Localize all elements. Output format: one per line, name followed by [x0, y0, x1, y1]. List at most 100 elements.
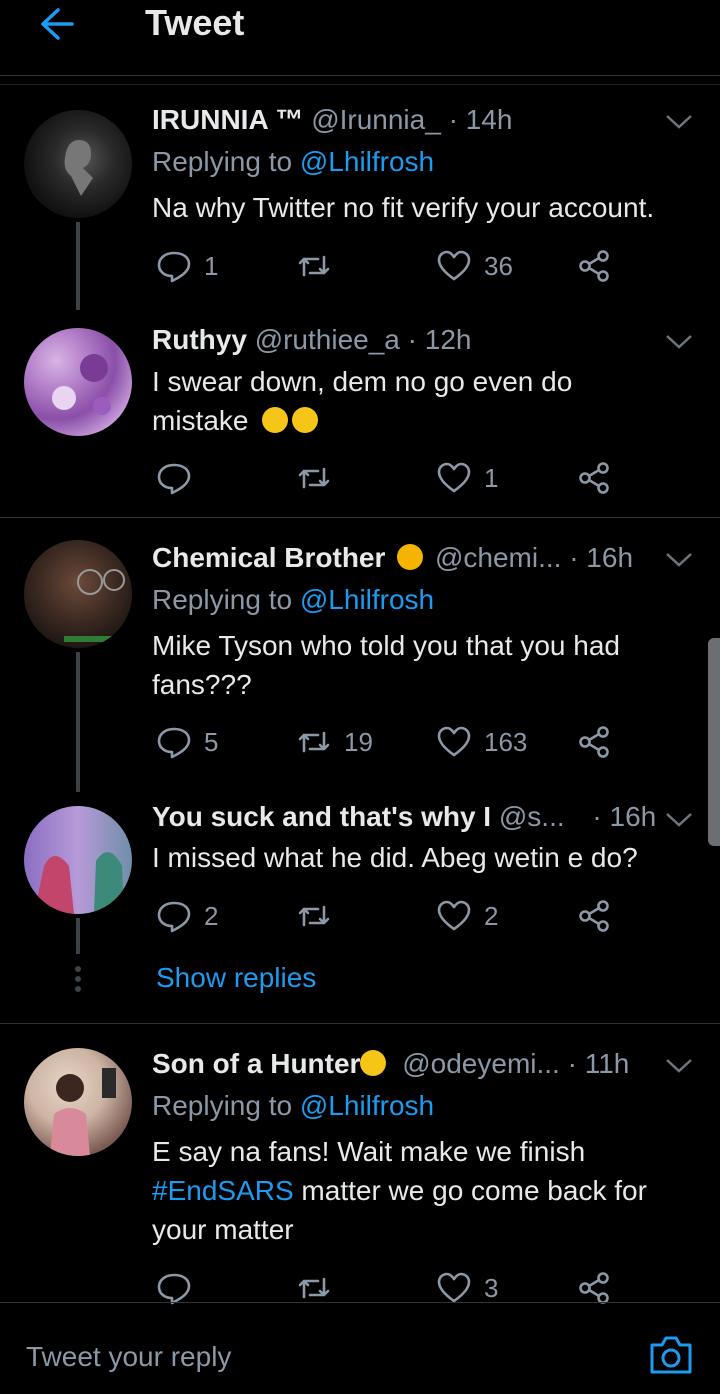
chevron-down-icon[interactable]	[664, 112, 694, 132]
display-name[interactable]: Ruthyy	[152, 324, 247, 355]
more-replies-dots-icon	[75, 966, 81, 992]
heart-icon	[437, 726, 471, 757]
reply-count: 2	[204, 900, 219, 931]
retweet-button[interactable]: 19	[296, 722, 373, 762]
back-arrow-icon[interactable]	[36, 4, 76, 44]
share-button[interactable]	[576, 458, 612, 498]
tweet-header: Ruthyy @ruthiee_a · 12h	[152, 324, 700, 360]
retweet-button[interactable]	[296, 246, 332, 286]
tweet-header: Chemical Brother @chemi... · 16h	[152, 542, 700, 578]
retweet-button[interactable]	[296, 896, 332, 936]
share-icon	[579, 250, 609, 282]
replying-label: Replying to	[152, 146, 293, 177]
ok-hand-emoji-icon	[397, 544, 424, 570]
replying-label: Replying to	[152, 584, 293, 615]
avatar[interactable]	[24, 1048, 132, 1156]
retweet-icon	[298, 1277, 330, 1299]
user-handle[interactable]: @ruthiee_a	[255, 324, 400, 355]
avatar[interactable]	[24, 110, 132, 218]
reply-button[interactable]: 5	[156, 722, 218, 762]
user-handle[interactable]: @chemi...	[435, 542, 561, 573]
display-name[interactable]: IRUNNIA ™	[152, 104, 303, 135]
show-replies-link[interactable]: Show replies	[156, 962, 316, 994]
like-button[interactable]: 163	[436, 722, 527, 762]
upside-down-face-emoji-icon	[360, 1050, 387, 1076]
hashtag-link[interactable]: #EndSARS	[152, 1175, 294, 1206]
share-button[interactable]	[576, 896, 612, 936]
reply-icon	[157, 463, 191, 495]
chevron-down-icon[interactable]	[664, 550, 694, 570]
reply-button[interactable]: 2	[156, 896, 218, 936]
timestamp: · 12h	[407, 324, 472, 355]
chevron-down-icon[interactable]	[664, 810, 694, 830]
tweet-text-part: matter we go come back for	[293, 1175, 647, 1206]
heart-icon	[437, 900, 471, 931]
reply-count: 5	[204, 726, 219, 757]
page-title: Tweet	[145, 2, 245, 43]
heart-icon	[437, 462, 471, 493]
chevron-down-icon[interactable]	[664, 332, 694, 352]
retweet-count: 19	[344, 726, 373, 757]
retweet-icon	[298, 731, 330, 753]
retweet-icon	[298, 467, 330, 489]
share-icon	[579, 726, 609, 758]
reply-composer[interactable]: Tweet your reply	[0, 1302, 720, 1394]
thread-line	[76, 652, 80, 792]
tweet-text-part: mistake	[152, 405, 249, 436]
share-button[interactable]	[576, 722, 612, 762]
reply-button[interactable]	[156, 458, 204, 498]
display-name[interactable]: Chemical Brother	[152, 542, 385, 573]
tweet-actions: 1 36	[152, 246, 622, 286]
reply-count: 1	[204, 250, 219, 281]
reply-input[interactable]: Tweet your reply	[26, 1341, 231, 1373]
tweet-text-line: I swear down, dem no go even do	[152, 366, 573, 397]
display-name[interactable]: You suck and that's why I	[152, 801, 491, 832]
like-button[interactable]: 2	[436, 896, 498, 936]
tweet-text-line: your matter	[152, 1214, 294, 1245]
like-count: 2	[484, 900, 499, 931]
like-count: 1	[484, 462, 499, 493]
mention-link[interactable]: @Lhilfrosh	[300, 584, 434, 615]
tweet-text-line: mistake	[152, 401, 700, 440]
like-count: 36	[484, 250, 513, 281]
tweet-text: I missed what he did. Abeg wetin e do?	[152, 842, 638, 873]
share-icon	[579, 462, 609, 494]
tweet-text-line: fans???	[152, 669, 252, 700]
timestamp: · 16h	[569, 542, 634, 573]
avatar[interactable]	[24, 806, 132, 914]
user-handle[interactable]: @odeyemi...	[402, 1048, 560, 1079]
reply-icon	[157, 727, 191, 759]
avatar[interactable]	[24, 540, 132, 648]
camera-icon[interactable]	[648, 1333, 694, 1377]
user-handle[interactable]: @s...	[499, 801, 565, 832]
tweet-actions: 5 19 163	[152, 722, 622, 762]
tweet-text: Na why Twitter no fit verify your accoun…	[152, 192, 655, 223]
chevron-down-icon[interactable]	[664, 1056, 694, 1076]
thread-line	[76, 222, 80, 310]
retweet-icon	[298, 905, 330, 927]
display-name[interactable]: Son of a Hunter	[152, 1048, 360, 1079]
top-bar: Tweet	[0, 0, 720, 76]
user-handle[interactable]: @Irunnia_	[311, 104, 441, 135]
header-divider	[0, 84, 720, 85]
like-button[interactable]: 1	[436, 458, 498, 498]
tweet-header: Son of a Hunter @odeyemi... · 11h	[152, 1048, 700, 1084]
tweet-actions: 1	[152, 458, 622, 498]
tweet-text-line: E say na fans! Wait make we finish	[152, 1136, 586, 1167]
scrollbar-thumb[interactable]	[708, 638, 720, 846]
share-button[interactable]	[576, 246, 612, 286]
mention-link[interactable]: @Lhilfrosh	[300, 1090, 434, 1121]
share-icon	[579, 1272, 609, 1304]
tweet-actions: 2 2	[152, 896, 622, 936]
tweet-text-line: #EndSARS matter we go come back for	[152, 1171, 700, 1210]
tweet-text: I swear down, dem no go even do mistake	[152, 362, 700, 440]
mention-link[interactable]: @Lhilfrosh	[300, 146, 434, 177]
tweet-text: E say na fans! Wait make we finish #EndS…	[152, 1132, 700, 1249]
avatar[interactable]	[24, 328, 132, 436]
replying-to: Replying to @Lhilfrosh	[152, 146, 434, 178]
timestamp: · 11h	[567, 1048, 630, 1079]
reply-button[interactable]: 1	[156, 246, 218, 286]
like-button[interactable]: 36	[436, 246, 513, 286]
retweet-button[interactable]	[296, 458, 332, 498]
heart-icon	[437, 250, 471, 281]
